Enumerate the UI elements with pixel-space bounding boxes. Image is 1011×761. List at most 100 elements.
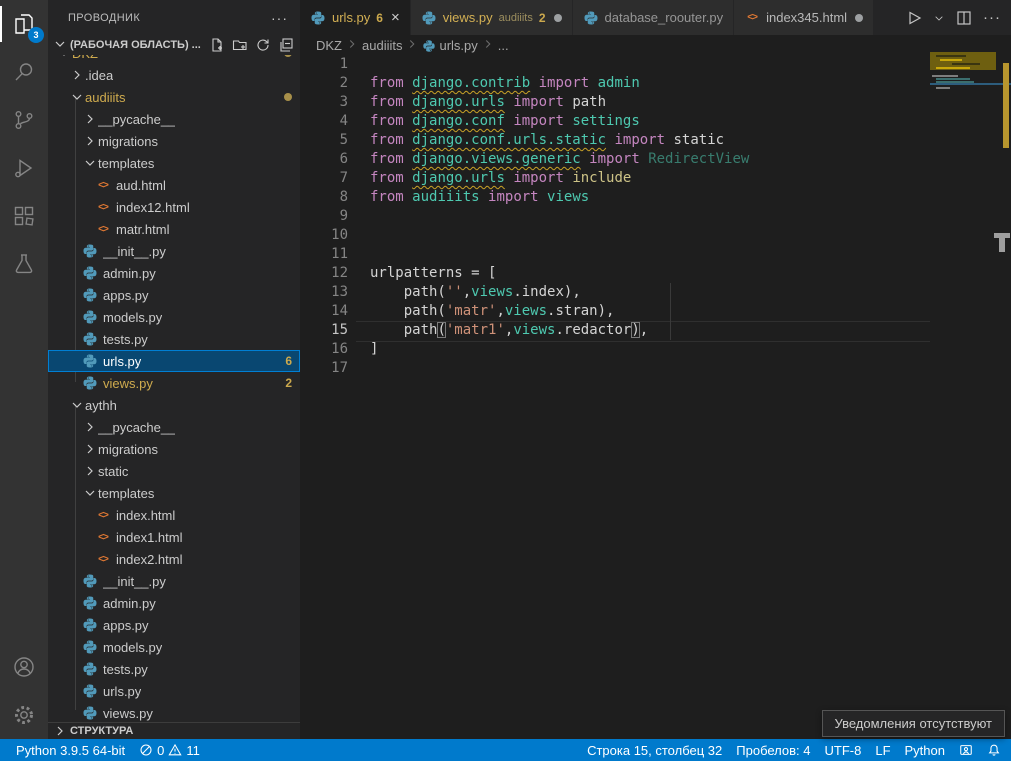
breadcrumb-item[interactable]: DKZ [316, 38, 342, 53]
code-line-14[interactable]: 14 path('matr',views.stran), [300, 302, 930, 321]
tree-file-tests-py[interactable]: tests.py [48, 658, 300, 680]
line-content: from audiiits import views [356, 188, 589, 207]
code-line-4[interactable]: 4from django.conf import settings [300, 112, 930, 131]
eol-setting[interactable]: LF [875, 743, 890, 758]
tab-label: urls.py [332, 10, 370, 25]
run-dropdown-chevron-icon[interactable] [933, 12, 945, 24]
refresh-icon[interactable] [255, 37, 271, 53]
tree-folder-aythh[interactable]: aythh [48, 394, 300, 416]
activity-explorer-icon[interactable]: 3 [0, 0, 48, 48]
code-line-16[interactable]: 16] [300, 340, 930, 359]
code-line-12[interactable]: 12urlpatterns = [ [300, 264, 930, 283]
tree-file-models-py[interactable]: models.py [48, 306, 300, 328]
activity-account-icon[interactable] [0, 643, 48, 691]
tree-file-index2-html[interactable]: <>index2.html [48, 548, 300, 570]
activity-source-control-icon[interactable] [0, 96, 48, 144]
editor-more-actions-icon[interactable]: ··· [983, 9, 1001, 26]
outline-section-header[interactable]: СТРУКТУРА [48, 722, 300, 739]
activity-run-debug-icon[interactable] [0, 144, 48, 192]
tree-file-index12-html[interactable]: <>index12.html [48, 196, 300, 218]
vscode-window: 3 ПРОВОДНИК ··· (РАБОЧАЯ ОБЛАСТЬ) ... DK [0, 0, 1011, 761]
activity-testing-icon[interactable] [0, 240, 48, 288]
tree-folder-templates[interactable]: templates [48, 152, 300, 174]
tree-folder-migrations[interactable]: migrations [48, 438, 300, 460]
breadcrumb[interactable]: DKZ audiiits urls.py... [300, 35, 1011, 55]
activity-extensions-icon[interactable] [0, 192, 48, 240]
tree-folder-templates[interactable]: templates [48, 482, 300, 504]
tree-file-urls-py[interactable]: urls.py6 [48, 350, 300, 372]
code-line-9[interactable]: 9 [300, 207, 930, 226]
code-line-1[interactable]: 1 [300, 55, 930, 74]
run-python-file-icon[interactable] [905, 9, 923, 27]
language-mode[interactable]: Python [905, 743, 945, 758]
tree-file-urls-py[interactable]: urls.py [48, 680, 300, 702]
encoding-setting[interactable]: UTF-8 [825, 743, 862, 758]
python-interpreter-selector[interactable]: Python 3.9.5 64-bit [16, 743, 125, 758]
tree-file-admin-py[interactable]: admin.py [48, 262, 300, 284]
code-line-7[interactable]: 7from django.urls import include [300, 169, 930, 188]
tree-file-apps-py[interactable]: apps.py [48, 614, 300, 636]
tab-database-roouter-py[interactable]: database_roouter.py [573, 0, 735, 35]
code-line-11[interactable]: 11 [300, 245, 930, 264]
code-line-13[interactable]: 13 path('',views.index), [300, 283, 930, 302]
tab-label: index345.html [766, 10, 847, 25]
code-line-15[interactable]: 15 path('matr1',views.redactor), [300, 321, 930, 340]
tab-views-py[interactable]: views.pyaudiiits2 [411, 0, 573, 35]
tree-file--init-py[interactable]: __init__.py [48, 570, 300, 592]
workspace-section-header[interactable]: (РАБОЧАЯ ОБЛАСТЬ) ... [48, 35, 300, 55]
problems-indicator[interactable]: 0 11 [139, 743, 200, 758]
tree-folder-dkz[interactable]: DKZ [48, 54, 300, 64]
tree-item-label: index2.html [116, 552, 182, 567]
tree-item-label: views.py [103, 706, 153, 721]
split-editor-icon[interactable] [955, 9, 973, 27]
modified-dot-icon[interactable] [855, 14, 863, 22]
tree-folder--pycache-[interactable]: __pycache__ [48, 416, 300, 438]
tree-file-matr-html[interactable]: <>matr.html [48, 218, 300, 240]
tree-item-label: .idea [85, 68, 113, 83]
python-file-icon [422, 38, 436, 52]
explorer-more-actions-icon[interactable]: ··· [271, 10, 288, 26]
modified-dot-icon[interactable] [554, 14, 562, 22]
code-line-8[interactable]: 8from audiiits import views [300, 188, 930, 207]
indentation-setting[interactable]: Пробелов: 4 [736, 743, 810, 758]
code-line-6[interactable]: 6from django.views.generic import Redire… [300, 150, 930, 169]
feedback-icon[interactable] [959, 743, 973, 757]
close-icon[interactable]: × [391, 9, 400, 26]
line-content: ] [356, 340, 378, 359]
cursor-position[interactable]: Строка 15, столбец 32 [587, 743, 722, 758]
collapse-all-icon[interactable] [278, 37, 294, 53]
breadcrumb-item[interactable]: urls.py [439, 38, 477, 53]
tab-index345-html[interactable]: <>index345.html [734, 0, 874, 35]
tree-folder-static[interactable]: static [48, 460, 300, 482]
tree-file-aud-html[interactable]: <>aud.html [48, 174, 300, 196]
code-editor[interactable]: 12from django.contrib import admin3from … [300, 55, 930, 378]
tree-file-models-py[interactable]: models.py [48, 636, 300, 658]
notifications-bell-icon[interactable] [987, 743, 1001, 757]
code-line-2[interactable]: 2from django.contrib import admin [300, 74, 930, 93]
tree-file-tests-py[interactable]: tests.py [48, 328, 300, 350]
tab-urls-py[interactable]: urls.py6× [300, 0, 411, 35]
tree-file-views-py[interactable]: views.py2 [48, 372, 300, 394]
chevron-right-icon [345, 37, 359, 54]
new-folder-icon[interactable] [232, 37, 248, 53]
tree-folder--pycache-[interactable]: __pycache__ [48, 108, 300, 130]
tree-file-index1-html[interactable]: <>index1.html [48, 526, 300, 548]
tree-file--init-py[interactable]: __init__.py [48, 240, 300, 262]
tree-file-views-py[interactable]: views.py [48, 702, 300, 722]
code-line-10[interactable]: 10 [300, 226, 930, 245]
activity-search-icon[interactable] [0, 48, 48, 96]
breadcrumb-item[interactable]: ... [498, 38, 509, 53]
tree-file-apps-py[interactable]: apps.py [48, 284, 300, 306]
activity-settings-icon[interactable] [0, 691, 48, 739]
tree-folder-migrations[interactable]: migrations [48, 130, 300, 152]
code-line-5[interactable]: 5from django.conf.urls.static import sta… [300, 131, 930, 150]
tree-file-admin-py[interactable]: admin.py [48, 592, 300, 614]
code-line-3[interactable]: 3from django.urls import path [300, 93, 930, 112]
breadcrumb-item[interactable]: audiiits [362, 38, 402, 53]
python-file-icon [82, 331, 98, 347]
tree-folder--idea[interactable]: .idea [48, 64, 300, 86]
tree-file-index-html[interactable]: <>index.html [48, 504, 300, 526]
tree-folder-audiiits[interactable]: audiiits [48, 86, 300, 108]
new-file-icon[interactable] [209, 37, 225, 53]
code-line-17[interactable]: 17 [300, 359, 930, 378]
